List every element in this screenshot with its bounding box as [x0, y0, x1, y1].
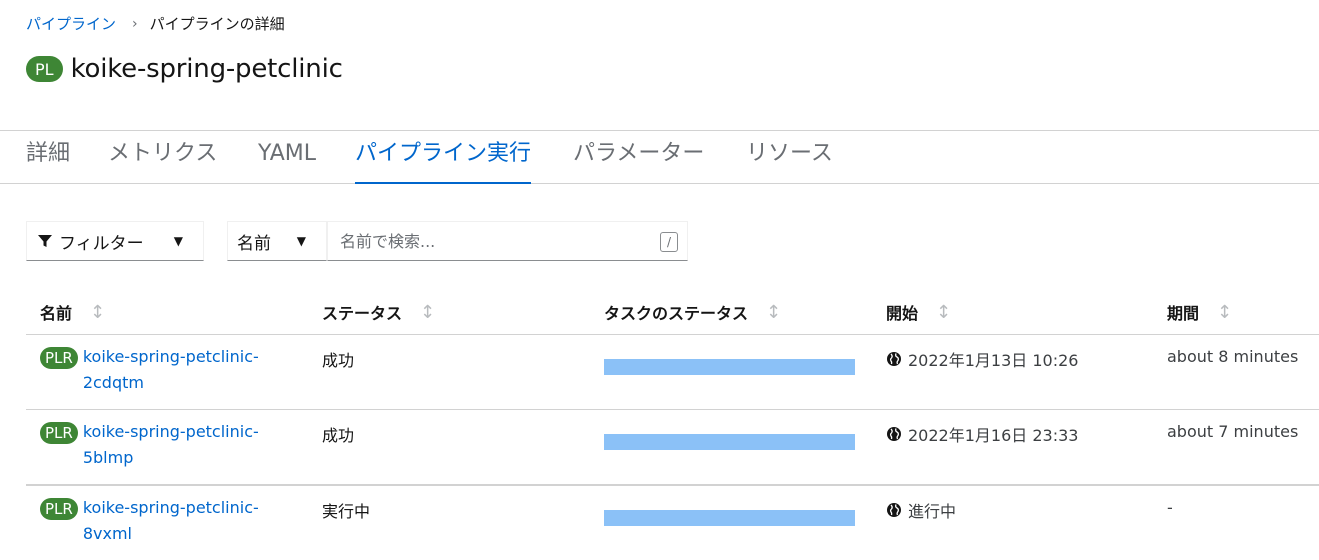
- column-header-label: 名前: [40, 304, 73, 323]
- caret-down-icon: ▼: [173, 234, 183, 248]
- sort-icon: ↕: [90, 301, 106, 323]
- pipelinerun-badge: PLR: [40, 347, 78, 369]
- run-name-part: koike-spring-petclinic-: [82, 422, 259, 441]
- sort-icon: ↕: [420, 301, 436, 323]
- task-status-bar[interactable]: [604, 510, 855, 526]
- column-header-started[interactable]: 開始 ↕: [886, 300, 951, 324]
- run-started-text: 2022年1月13日 10:26: [908, 351, 1079, 370]
- run-duration: -: [1167, 498, 1173, 517]
- breadcrumb-pipelines-link[interactable]: パイプライン: [26, 13, 116, 34]
- caret-down-icon: ▼: [296, 234, 306, 248]
- task-status-bar[interactable]: [604, 434, 855, 450]
- column-header-status[interactable]: ステータス ↕: [322, 300, 435, 324]
- breadcrumb-current: パイプラインの詳細: [149, 15, 285, 33]
- run-name-part: 5blmp: [82, 448, 134, 467]
- keyboard-shortcut-icon: /: [660, 232, 678, 252]
- page-header: PL koike-spring-petclinic: [26, 54, 343, 84]
- run-name-cell: PLR koike-spring-petclinic- 5blmp: [40, 422, 259, 471]
- column-header-name[interactable]: 名前 ↕: [40, 300, 105, 324]
- globe-icon: [887, 352, 901, 366]
- filter-label: フィルター: [59, 233, 144, 254]
- filter-icon: [38, 235, 52, 247]
- filter-attribute-select[interactable]: 名前 ▼: [227, 221, 327, 261]
- table-row: PLR koike-spring-petclinic- 8vxml 実行中 進行…: [26, 486, 1319, 560]
- pipeline-badge: PL: [26, 56, 63, 82]
- pipelinerun-link[interactable]: koike-spring-petclinic- 2cdqtm: [83, 344, 259, 396]
- column-header-label: 開始: [886, 304, 919, 323]
- globe-icon: [887, 503, 901, 517]
- pipelinerun-link[interactable]: koike-spring-petclinic- 5blmp: [83, 419, 259, 471]
- run-status: 成功: [322, 351, 355, 370]
- run-name-part: 2cdqtm: [82, 373, 144, 392]
- run-name-cell: PLR koike-spring-petclinic- 8vxml: [40, 498, 259, 547]
- run-started-text: 進行中: [908, 502, 957, 521]
- pipelinerun-badge: PLR: [40, 422, 78, 444]
- tab-bar: 詳細 メトリクス YAML パイプライン実行 パラメーター リソース: [0, 130, 1319, 184]
- filter-attribute-label: 名前: [237, 233, 271, 254]
- column-header-task-status[interactable]: タスクのステータス ↕: [604, 300, 781, 324]
- sort-icon: ↕: [1217, 301, 1233, 323]
- run-started-text: 2022年1月16日 23:33: [908, 426, 1079, 445]
- globe-icon: [887, 427, 901, 441]
- run-status: 成功: [322, 426, 355, 445]
- pipelinerun-badge: PLR: [40, 498, 78, 520]
- sort-icon: ↕: [936, 301, 952, 323]
- column-header-duration[interactable]: 期間 ↕: [1167, 300, 1232, 324]
- tab-resources[interactable]: リソース: [746, 139, 833, 183]
- column-header-label: タスクのステータス: [604, 304, 749, 323]
- table-row: PLR koike-spring-petclinic- 5blmp 成功 202…: [26, 410, 1319, 486]
- column-header-label: 期間: [1167, 304, 1200, 323]
- run-started: 2022年1月16日 23:33: [886, 422, 1078, 446]
- run-status: 実行中: [322, 502, 371, 521]
- table-header: 名前 ↕ ステータス ↕ タスクのステータス ↕ 開始 ↕ 期間 ↕: [26, 290, 1319, 335]
- tab-metrics[interactable]: メトリクス: [108, 139, 217, 183]
- run-name-cell: PLR koike-spring-petclinic- 2cdqtm: [40, 347, 259, 396]
- column-header-label: ステータス: [322, 304, 403, 323]
- pipelinerun-link[interactable]: koike-spring-petclinic- 8vxml: [83, 495, 259, 547]
- tab-yaml[interactable]: YAML: [258, 139, 316, 183]
- table-row: PLR koike-spring-petclinic- 2cdqtm 成功 20…: [26, 335, 1319, 410]
- run-duration: about 8 minutes: [1167, 347, 1299, 366]
- run-started: 進行中: [886, 498, 956, 522]
- pipeline-runs-table: 名前 ↕ ステータス ↕ タスクのステータス ↕ 開始 ↕ 期間 ↕ PLR k…: [26, 290, 1319, 560]
- filter-dropdown[interactable]: フィルター ▼: [26, 221, 204, 261]
- tab-pipeline-runs[interactable]: パイプライン実行: [355, 139, 532, 184]
- task-status-bar[interactable]: [604, 359, 855, 375]
- breadcrumb-separator: ›: [132, 15, 138, 32]
- tab-details[interactable]: 詳細: [26, 139, 70, 183]
- run-name-part: koike-spring-petclinic-: [82, 347, 259, 366]
- page-title: koike-spring-petclinic: [70, 54, 343, 84]
- sort-icon: ↕: [766, 301, 782, 323]
- run-name-part: 8vxml: [82, 524, 132, 543]
- search-input[interactable]: [338, 222, 642, 260]
- run-name-part: koike-spring-petclinic-: [82, 498, 259, 517]
- breadcrumb: パイプライン › パイプラインの詳細: [26, 13, 285, 34]
- tab-parameters[interactable]: パラメーター: [573, 139, 704, 183]
- search-box: /: [327, 221, 688, 261]
- run-duration: about 7 minutes: [1167, 422, 1299, 441]
- run-started: 2022年1月13日 10:26: [886, 347, 1078, 371]
